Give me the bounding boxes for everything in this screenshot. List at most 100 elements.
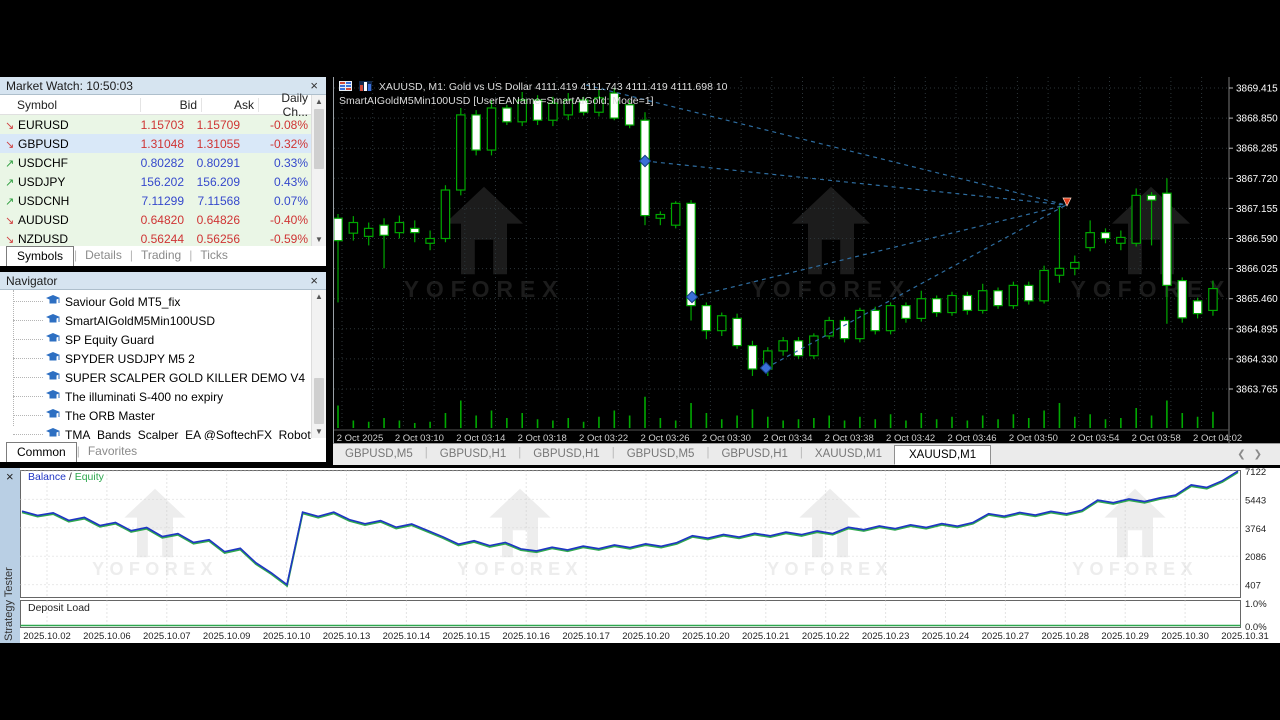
equity-legend: Equity xyxy=(75,471,104,483)
strategy-tester-strip[interactable]: × Strategy Tester xyxy=(0,468,20,643)
navigator-title: Navigator xyxy=(6,274,57,288)
svg-text:YOFOREX: YOFOREX xyxy=(767,559,893,579)
chart-tab-gbpusd-m5[interactable]: GBPUSD,M5 xyxy=(333,444,425,465)
svg-text:2 Oct 03:34: 2 Oct 03:34 xyxy=(763,433,812,443)
scroll-down-icon[interactable]: ▼ xyxy=(312,233,326,246)
chart-tab-gbpusd-h1[interactable]: GBPUSD,H1 xyxy=(521,444,611,465)
svg-text:YOFOREX: YOFOREX xyxy=(1072,559,1198,579)
market-watch-title: Market Watch: 10:50:03 xyxy=(6,79,133,93)
expert-advisor-icon xyxy=(46,390,60,404)
market-watch-row[interactable]: ↘EURUSD1.157031.15709-0.08% xyxy=(0,115,326,134)
svg-text:YOFOREX: YOFOREX xyxy=(92,559,218,579)
chart-tab-xauusd-m1[interactable]: XAUUSD,M1 xyxy=(803,444,894,465)
svg-text:2025.10.10: 2025.10.10 xyxy=(263,631,311,642)
tab-trading[interactable]: Trading xyxy=(133,246,189,266)
expert-advisor-icon xyxy=(46,333,60,347)
expert-advisor-icon xyxy=(46,409,60,423)
market-watch-scrollbar[interactable]: ▲ ▼ xyxy=(311,95,326,246)
trend-down-icon: ↘ xyxy=(5,214,18,227)
svg-text:2 Oct 03:30: 2 Oct 03:30 xyxy=(702,433,751,443)
tester-legend: Balance / Equity xyxy=(28,471,104,483)
col-bid[interactable]: Bid xyxy=(141,98,202,112)
tab-favorites[interactable]: Favorites xyxy=(80,442,145,462)
expert-advisor-icon xyxy=(46,352,60,366)
market-watch-tabs: Symbols|Details|Trading|Ticks xyxy=(0,246,326,266)
svg-text:2 Oct 04:02: 2 Oct 04:02 xyxy=(1193,433,1242,443)
yoforex-watermark: YOFOREX xyxy=(404,187,565,302)
svg-text:2025.10.27: 2025.10.27 xyxy=(982,631,1030,642)
tester-chart[interactable]: YOFOREXYOFOREXYOFOREXYOFOREX712254433764… xyxy=(20,468,1280,643)
deposit-load-label: Deposit Load xyxy=(28,602,90,614)
tab-symbols[interactable]: Symbols xyxy=(6,246,74,266)
svg-text:2025.10.31: 2025.10.31 xyxy=(1221,631,1269,642)
svg-text:3867.720: 3867.720 xyxy=(1236,174,1278,185)
navigator-ea-item[interactable]: SP Equity Guard xyxy=(0,330,326,349)
trend-up-icon: ↗ xyxy=(5,157,18,170)
navigator-scrollbar[interactable]: ▲ ▼ xyxy=(311,290,326,438)
svg-text:3867.155: 3867.155 xyxy=(1236,204,1278,215)
chart-window[interactable]: XAUUSD, M1: Gold vs US Dollar 4111.419 4… xyxy=(333,77,1280,443)
navigator-ea-item[interactable]: The illuminati S-400 no expiry xyxy=(0,387,326,406)
market-watch-panel: Market Watch: 10:50:03 × Symbol Bid Ask … xyxy=(0,77,326,246)
chart-tab-gbpusd-m5[interactable]: GBPUSD,M5 xyxy=(615,444,707,465)
svg-text:YOFOREX: YOFOREX xyxy=(404,276,565,302)
navigator-ea-item[interactable]: Saviour Gold MT5_fix xyxy=(0,292,326,311)
market-watch-row[interactable]: ↗USDCNH7.112997.115680.07% xyxy=(0,191,326,210)
svg-text:2025.10.21: 2025.10.21 xyxy=(742,631,790,642)
svg-text:5443: 5443 xyxy=(1245,495,1266,506)
market-watch-rows: ↘EURUSD1.157031.15709-0.08%↘GBPUSD1.3104… xyxy=(0,115,326,248)
svg-text:2025.10.23: 2025.10.23 xyxy=(862,631,910,642)
svg-text:2025.10.09: 2025.10.09 xyxy=(203,631,251,642)
svg-text:2025.10.22: 2025.10.22 xyxy=(802,631,850,642)
strategy-tester-panel: × Strategy Tester Balance / Equity Depos… xyxy=(0,468,1280,643)
trendline xyxy=(645,161,1066,205)
svg-text:2 Oct 03:26: 2 Oct 03:26 xyxy=(640,433,689,443)
price-chart[interactable]: YOFOREXYOFOREXYOFOREX3869.4153868.850386… xyxy=(334,77,1280,443)
svg-text:2025.10.13: 2025.10.13 xyxy=(323,631,371,642)
market-watch-row[interactable]: ↗USDJPY156.202156.2090.43% xyxy=(0,172,326,191)
svg-text:3764: 3764 xyxy=(1245,524,1266,535)
chart-tab-gbpusd-h1[interactable]: GBPUSD,H1 xyxy=(709,444,799,465)
navigator-ea-item[interactable]: SmartAIGoldM5Min100USD xyxy=(0,311,326,330)
market-watch-row[interactable]: ↘AUDUSD0.648200.64826-0.40% xyxy=(0,210,326,229)
navigator-panel: Navigator × Saviour Gold MT5_fixSmartAIG… xyxy=(0,272,326,440)
navigator-ea-item[interactable]: The ORB Master xyxy=(0,406,326,425)
col-ask[interactable]: Ask xyxy=(202,98,259,112)
quotes-grid-icon[interactable] xyxy=(339,81,352,94)
svg-text:2 Oct 03:58: 2 Oct 03:58 xyxy=(1132,433,1181,443)
tab-scroll-arrows[interactable]: ❮❯ xyxy=(1237,444,1280,465)
svg-text:1.0%: 1.0% xyxy=(1245,599,1267,610)
tester-report-area[interactable]: Balance / Equity Deposit Load YOFOREX YOF… xyxy=(20,468,1280,643)
svg-text:2 Oct 03:54: 2 Oct 03:54 xyxy=(1070,433,1119,443)
navigator-ea-item[interactable]: SPYDER USDJPY M5 2 xyxy=(0,349,326,368)
tab-details[interactable]: Details xyxy=(77,246,130,266)
svg-text:2025.10.29: 2025.10.29 xyxy=(1101,631,1149,642)
close-icon[interactable]: × xyxy=(4,470,16,483)
scroll-up-icon[interactable]: ▲ xyxy=(312,95,326,108)
scroll-up-icon[interactable]: ▲ xyxy=(312,290,326,303)
trend-up-icon: ↗ xyxy=(5,176,18,189)
market-watch-row[interactable]: ↘GBPUSD1.310481.31055-0.32% xyxy=(0,134,326,153)
market-watch-row[interactable]: ↗USDCHF0.802820.802910.33% xyxy=(0,153,326,172)
expert-advisor-icon xyxy=(46,314,60,328)
chart-tab-xauusd-m1[interactable]: XAUUSD,M1 xyxy=(894,445,991,465)
tab-common[interactable]: Common xyxy=(6,442,77,462)
svg-text:2025.10.24: 2025.10.24 xyxy=(922,631,970,642)
col-symbol[interactable]: Symbol xyxy=(0,98,141,112)
svg-text:2025.10.20: 2025.10.20 xyxy=(622,631,670,642)
svg-text:2025.10.07: 2025.10.07 xyxy=(143,631,191,642)
trend-down-icon: ↘ xyxy=(5,119,18,132)
chart-tab-bar: GBPUSD,M5|GBPUSD,H1|GBPUSD,H1|GBPUSD,M5|… xyxy=(333,443,1280,465)
svg-text:2 Oct 03:18: 2 Oct 03:18 xyxy=(518,433,567,443)
navigator-ea-item[interactable]: TMA_Bands_Scalper_EA @SoftechFX_Robot xyxy=(0,425,326,440)
close-icon[interactable]: × xyxy=(308,274,320,287)
tab-ticks[interactable]: Ticks xyxy=(192,246,236,266)
chart-tab-gbpusd-h1[interactable]: GBPUSD,H1 xyxy=(428,444,518,465)
trend-down-icon: ↘ xyxy=(5,233,18,246)
svg-text:2 Oct 03:14: 2 Oct 03:14 xyxy=(456,433,505,443)
scroll-down-icon[interactable]: ▼ xyxy=(312,425,326,438)
navigator-titlebar[interactable]: Navigator × xyxy=(0,272,326,290)
chart-type-icon[interactable] xyxy=(359,81,372,94)
svg-text:2 Oct 03:42: 2 Oct 03:42 xyxy=(886,433,935,443)
navigator-ea-item[interactable]: SUPER SCALPER GOLD KILLER DEMO V4 xyxy=(0,368,326,387)
